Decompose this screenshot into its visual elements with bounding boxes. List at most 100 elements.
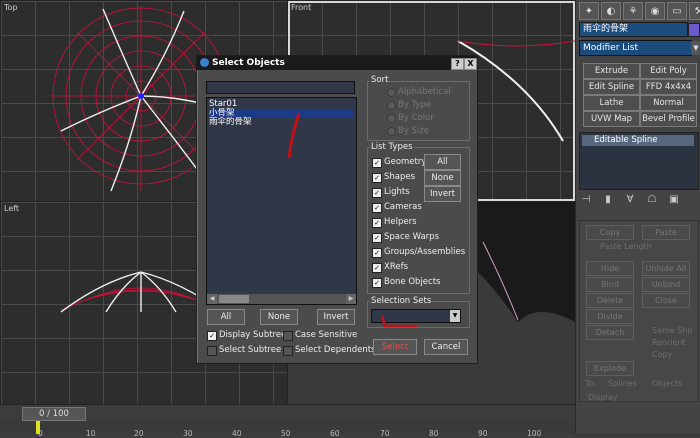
show-end-result-icon[interactable]: ▮: [601, 194, 615, 208]
close-button[interactable]: Close: [642, 293, 690, 308]
display-subtree-checkbox[interactable]: ✓: [207, 331, 217, 341]
groups-assemblies-label: Groups/Assemblies: [384, 247, 466, 257]
create-tab-icon[interactable]: ✦: [579, 2, 599, 20]
close-icon[interactable]: X: [464, 58, 477, 70]
xrefs-checkbox[interactable]: ✓: [372, 263, 382, 273]
tick-label: 100: [527, 429, 542, 438]
groups-assemblies-checkbox[interactable]: ✓: [372, 248, 382, 258]
sort-by-type-radio: [387, 101, 396, 110]
horizontal-scrollbar[interactable]: ◀ ▶: [207, 294, 356, 304]
help-button[interactable]: ?: [451, 58, 464, 70]
object-list[interactable]: Star01 小骨架 雨伞的骨架 ◀ ▶: [206, 97, 357, 305]
helpers-checkbox[interactable]: ✓: [372, 218, 382, 228]
object-color-swatch[interactable]: [688, 23, 700, 37]
paste-length-label: Paste Length: [600, 242, 652, 251]
display-tab-icon[interactable]: ▭: [667, 2, 687, 20]
explode-button[interactable]: Explode: [586, 361, 634, 376]
hierarchy-tab-icon[interactable]: ⚘: [623, 2, 643, 20]
cameras-label: Cameras: [384, 202, 422, 212]
object-name-field[interactable]: 雨伞的骨架: [579, 22, 688, 37]
annotation-mark: [380, 315, 417, 328]
all-button[interactable]: All: [207, 309, 245, 325]
tick-label: 30: [183, 429, 193, 438]
cancel-button[interactable]: Cancel: [424, 339, 468, 355]
modifier-list-label: Modifier List: [583, 43, 638, 53]
scroll-right-icon[interactable]: ▶: [346, 294, 356, 304]
dialog-title-bar[interactable]: Select Objects ? X: [197, 56, 477, 70]
sort-by-color-radio: [387, 114, 396, 123]
time-slider[interactable]: 0 / 100: [22, 407, 86, 421]
motion-tab-icon[interactable]: ◉: [645, 2, 665, 20]
cameras-checkbox[interactable]: ✓: [372, 203, 382, 213]
remove-modifier-icon[interactable]: ☖: [645, 194, 659, 208]
app-icon: [200, 58, 209, 67]
sort-alphabetical-radio: [387, 88, 396, 97]
scroll-thumb[interactable]: [219, 295, 249, 303]
detach-button[interactable]: Detach: [586, 325, 634, 340]
delete-button[interactable]: Delete: [586, 293, 634, 308]
utilities-tab-icon[interactable]: ⚒: [689, 2, 700, 20]
key-marker[interactable]: [36, 421, 40, 434]
list-types-title: List Types: [370, 142, 414, 152]
extrude-button[interactable]: Extrude: [583, 63, 640, 79]
bevel-profile-button[interactable]: Bevel Profile: [640, 111, 697, 127]
geometry-checkbox[interactable]: ✓: [372, 158, 382, 168]
modifier-list-dropdown[interactable]: Modifier List ▼: [579, 40, 700, 56]
select-dependents-checkbox[interactable]: [283, 346, 293, 356]
unbind-button[interactable]: Unbind: [642, 277, 690, 292]
geometry-label: Geometry: [384, 157, 427, 167]
ffd-button[interactable]: FFD 4x4x4: [640, 79, 697, 95]
paste-button[interactable]: Paste: [642, 225, 690, 240]
bone-objects-checkbox[interactable]: ✓: [372, 278, 382, 288]
lathe-button[interactable]: Lathe: [583, 95, 640, 111]
normal-button[interactable]: Normal: [640, 95, 697, 111]
annotation-mark: [287, 112, 301, 159]
copy-button[interactable]: Copy: [586, 225, 634, 240]
lights-label: Lights: [384, 187, 410, 197]
sort-alphabetical-label: Alphabetical: [398, 87, 451, 97]
track-bar[interactable]: 0 10 20 30 40 50 60 70 80 90 100: [0, 421, 575, 438]
select-objects-dialog: Select Objects ? X Star01 小骨架 雨伞的骨架 ◀ ▶ …: [196, 55, 478, 364]
invert-button[interactable]: Invert: [317, 309, 355, 325]
list-types-invert-button[interactable]: Invert: [424, 186, 461, 202]
uvw-map-button[interactable]: UVW Map: [583, 111, 640, 127]
modify-tab-icon[interactable]: ◐: [601, 2, 621, 20]
object-search-input[interactable]: [206, 81, 355, 94]
pin-stack-icon[interactable]: ⊣: [579, 194, 593, 208]
select-subtree-checkbox[interactable]: [207, 346, 217, 356]
case-sensitive-checkbox[interactable]: [283, 331, 293, 341]
copy-checkbox-label: Copy: [652, 350, 673, 359]
scroll-left-icon[interactable]: ◀: [207, 294, 217, 304]
dialog-title: Select Objects: [212, 58, 285, 68]
chevron-down-icon: ▼: [691, 41, 700, 55]
edit-spline-button[interactable]: Edit Spline: [583, 79, 640, 95]
space-warps-checkbox[interactable]: ✓: [372, 233, 382, 243]
none-button[interactable]: None: [260, 309, 298, 325]
lights-checkbox[interactable]: ✓: [372, 188, 382, 198]
stack-item-label: Editable Spline: [594, 135, 658, 145]
tick-label: 80: [429, 429, 439, 438]
viewport-left-label: Left: [4, 204, 20, 213]
sort-by-size-radio: [387, 127, 396, 136]
modifier-stack[interactable]: Editable Spline: [579, 132, 699, 190]
select-button[interactable]: Select: [373, 339, 417, 355]
objects-radio-label[interactable]: Objects: [652, 379, 682, 388]
bind-button[interactable]: Bind: [586, 277, 634, 292]
configure-sets-icon[interactable]: ▣: [667, 194, 681, 208]
divide-button[interactable]: Divide: [586, 309, 634, 324]
hide-button[interactable]: Hide: [586, 261, 634, 276]
edit-poly-button[interactable]: Edit Poly: [640, 63, 697, 79]
viewport-front-label: Front: [291, 3, 312, 12]
unhide-all-button[interactable]: Unhide All: [642, 261, 690, 276]
shapes-label: Shapes: [384, 172, 416, 182]
stack-item-editable-spline[interactable]: Editable Spline: [582, 135, 694, 146]
make-unique-icon[interactable]: ∀: [623, 194, 637, 208]
list-types-all-button[interactable]: All: [424, 154, 461, 170]
splines-radio-label[interactable]: Splines: [608, 379, 637, 388]
xrefs-label: XRefs: [384, 262, 408, 272]
sort-by-size-label: By Size: [398, 126, 430, 136]
list-types-none-button[interactable]: None: [424, 170, 461, 186]
tick-label: 50: [281, 429, 291, 438]
shapes-checkbox[interactable]: ✓: [372, 173, 382, 183]
same-shp-label: Same Shp: [652, 326, 693, 335]
